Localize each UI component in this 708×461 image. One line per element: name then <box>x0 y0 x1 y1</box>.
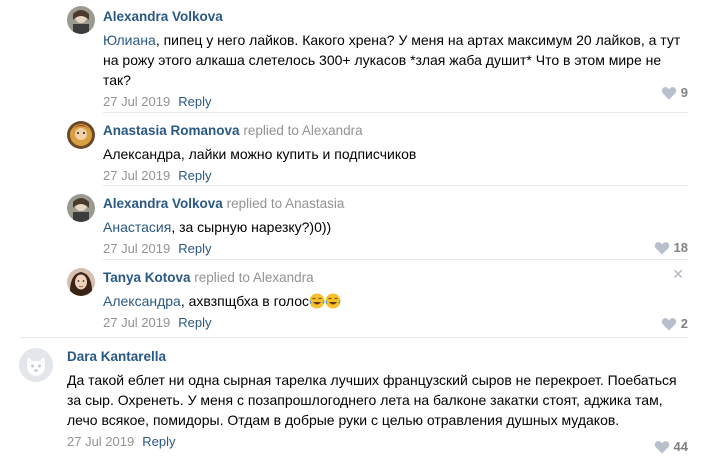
comment-2: Anastasia Romanova replied to Alexandra … <box>0 113 708 185</box>
comment-meta: 27 Jul 2019 Reply <box>103 167 688 185</box>
comment-date: 27 Jul 2019 <box>103 241 171 256</box>
heart-icon <box>654 241 669 254</box>
author-line: Tanya Kotova replied to Alexandra <box>103 269 688 287</box>
replied-to-link[interactable]: Alexandra <box>302 123 363 138</box>
comment-body: Alexandra Volkova replied to Anastasia А… <box>103 195 688 258</box>
like-count: 18 <box>673 240 688 255</box>
reply-button[interactable]: Reply <box>178 241 211 256</box>
author-line: Anastasia Romanova replied to Alexandra <box>103 122 688 140</box>
like-button[interactable]: 18 <box>654 240 688 255</box>
comment-date: 27 Jul 2019 <box>103 168 171 183</box>
author-line: Alexandra Volkova replied to Anastasia <box>103 195 688 213</box>
like-button[interactable]: 44 <box>654 439 688 454</box>
comment-body: Dara Kantarella Да такой еблет ни одна с… <box>67 348 688 454</box>
heart-icon <box>661 317 676 330</box>
comment-1: Alexandra Volkova Юлиана, пипец у него л… <box>0 0 708 110</box>
like-count: 2 <box>680 316 688 331</box>
replied-label: replied to <box>194 270 250 285</box>
comment-body: Alexandra Volkova Юлиана, пипец у него л… <box>103 8 688 111</box>
comment-text: Александра, ахвзпщбха в голос <box>103 291 688 311</box>
replied-label: replied to <box>226 196 283 211</box>
avatar[interactable] <box>19 348 53 382</box>
comment-date: 27 Jul 2019 <box>67 434 135 449</box>
comment-body: Tanya Kotova replied to Alexandra Алекса… <box>103 269 688 331</box>
like-button[interactable]: 2 <box>661 316 688 331</box>
comment-meta: 27 Jul 2019 Reply <box>103 240 688 258</box>
replied-to-link[interactable]: Alexandra <box>253 270 314 285</box>
comment-5: Dara Kantarella Да такой еблет ни одна с… <box>0 338 708 461</box>
author-name[interactable]: Dara Kantarella <box>67 349 166 364</box>
comment-4: ✕ Tanya Kotova replied to Alexandra Алек… <box>0 260 708 336</box>
author-name[interactable]: Tanya Kotova <box>103 270 191 285</box>
heart-icon <box>661 86 676 99</box>
author-name[interactable]: Alexandra Volkova <box>103 196 223 211</box>
avatar[interactable] <box>67 6 95 34</box>
replied-label: replied to <box>243 123 299 138</box>
reply-button[interactable]: Reply <box>178 315 211 330</box>
heart-icon <box>654 440 669 453</box>
like-count: 9 <box>680 85 688 100</box>
comment-meta: 27 Jul 2019 Reply <box>67 433 688 451</box>
comment-text: Александра, лайки можно купить и подписч… <box>103 146 417 162</box>
like-button[interactable]: 9 <box>661 85 688 100</box>
comment-date: 27 Jul 2019 <box>103 94 171 109</box>
author-name[interactable]: Anastasia Romanova <box>103 123 240 138</box>
like-count: 44 <box>673 439 688 454</box>
comment-3: Alexandra Volkova replied to Anastasia А… <box>0 186 708 258</box>
replied-to-link[interactable]: Anastasia <box>285 196 344 211</box>
tears-of-joy-icon <box>309 293 325 309</box>
avatar[interactable] <box>67 268 95 296</box>
comment-meta: 27 Jul 2019 Reply <box>103 93 688 111</box>
reply-button[interactable]: Reply <box>142 434 175 449</box>
comment-text: Юлиана, пипец у него лайков. Какого хрен… <box>103 32 681 88</box>
avatar[interactable] <box>67 121 95 149</box>
comment-text: Анастасия, за сырную нарезку?)0)) <box>103 219 332 235</box>
comment-body: Anastasia Romanova replied to Alexandra … <box>103 122 688 185</box>
author-line: Alexandra Volkova <box>103 8 688 26</box>
comment-date: 27 Jul 2019 <box>103 315 171 330</box>
avatar[interactable] <box>67 194 95 222</box>
tears-of-joy-icon <box>325 293 341 309</box>
mention-link[interactable]: Юлиана <box>103 32 156 48</box>
author-line: Dara Kantarella <box>67 348 688 366</box>
mention-link[interactable]: Александра <box>103 293 181 309</box>
comment-text: Да такой еблет ни одна сырная тарелка лу… <box>67 372 677 428</box>
author-name[interactable]: Alexandra Volkova <box>103 9 223 24</box>
reply-button[interactable]: Reply <box>178 94 211 109</box>
comment-meta: 27 Jul 2019 Reply <box>103 314 688 332</box>
reply-button[interactable]: Reply <box>178 168 211 183</box>
mention-link[interactable]: Анастасия <box>103 219 171 235</box>
